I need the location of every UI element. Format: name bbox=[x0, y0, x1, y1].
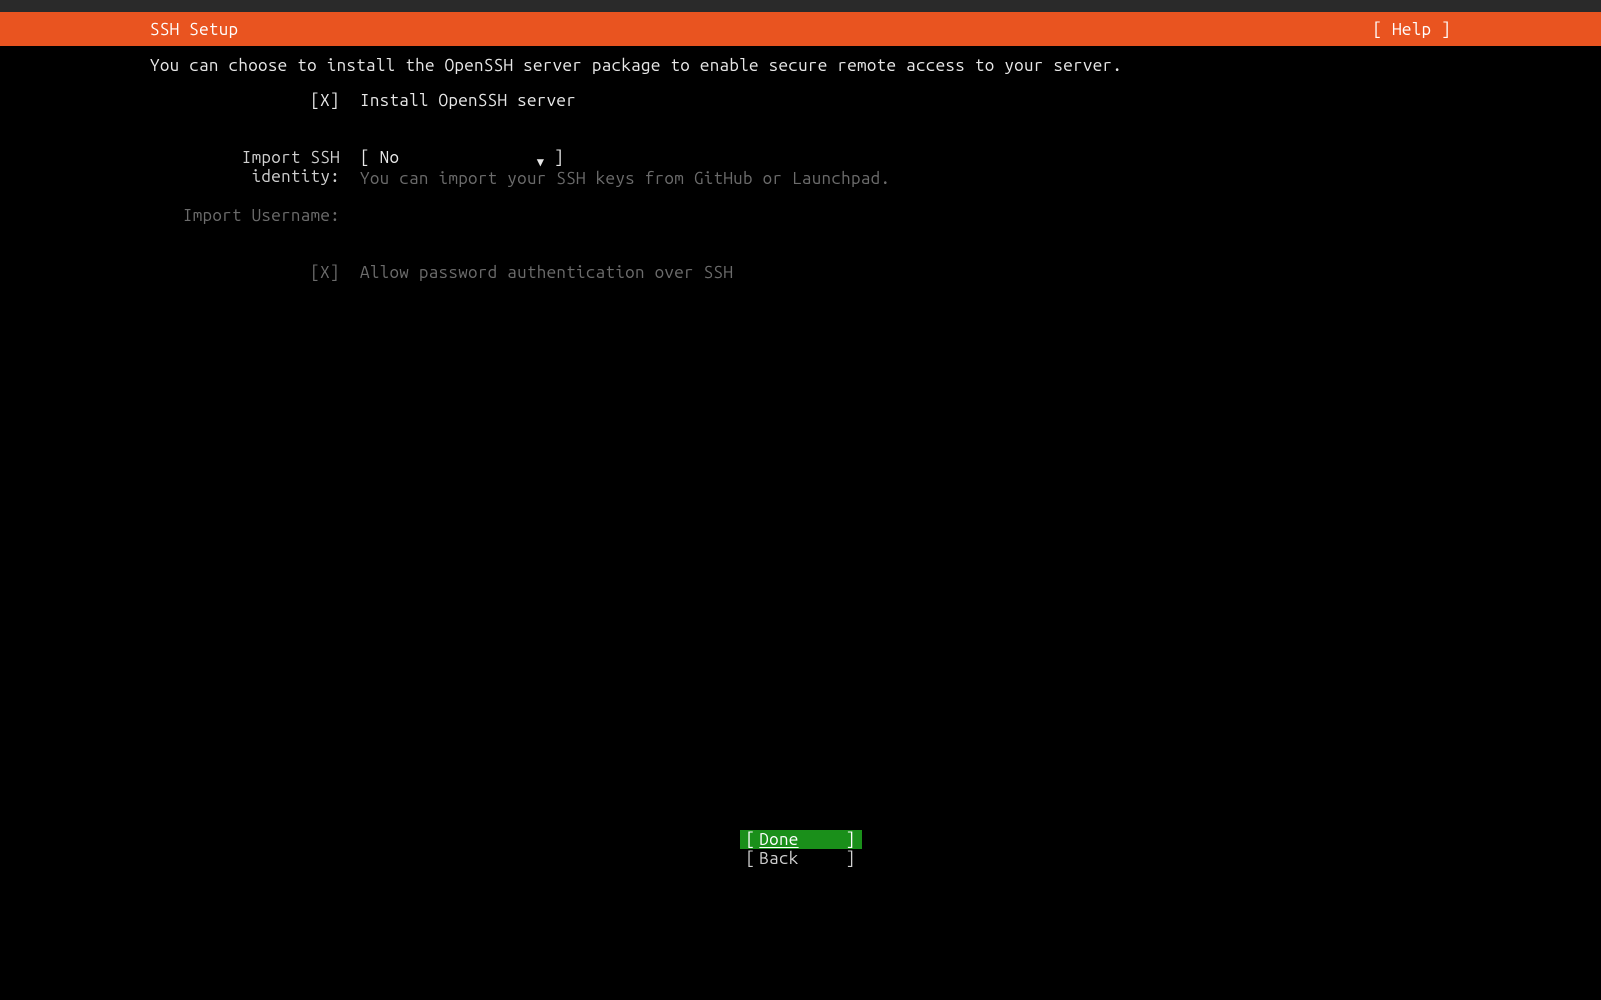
help-label: Help bbox=[1392, 20, 1431, 39]
install-openssh-row[interactable]: [X] Install OpenSSH server bbox=[150, 91, 1451, 110]
spacer bbox=[150, 114, 1451, 148]
bracket-open: [ bbox=[746, 830, 756, 849]
import-identity-hint: You can import your SSH keys from GitHub… bbox=[360, 169, 890, 188]
import-identity-label: Import SSH identity: bbox=[150, 148, 340, 186]
allow-password-label: Allow password authentication over SSH bbox=[360, 263, 733, 282]
import-username-row: Import Username: bbox=[150, 206, 1451, 225]
page-title: SSH Setup bbox=[150, 20, 238, 39]
spacer bbox=[150, 192, 1451, 206]
import-identity-dropdown[interactable]: [ No ▼ ] bbox=[360, 148, 564, 167]
install-openssh-checkbox[interactable]: [X] bbox=[310, 91, 340, 110]
footer-buttons: [ Done ] [ Back ] bbox=[0, 830, 1601, 868]
done-label: Done bbox=[755, 830, 845, 849]
window-chrome-top bbox=[0, 0, 1601, 12]
back-label: Back bbox=[755, 849, 845, 868]
import-identity-value: No bbox=[380, 148, 400, 167]
chevron-down-icon: ▼ bbox=[537, 156, 545, 169]
install-openssh-label: Install OpenSSH server bbox=[360, 91, 576, 110]
title-bar: SSH Setup [ Help ] bbox=[0, 12, 1601, 46]
done-button[interactable]: [ Done ] bbox=[740, 830, 862, 849]
allow-password-checkbox[interactable]: [X] bbox=[310, 263, 340, 282]
intro-text: You can choose to install the OpenSSH se… bbox=[150, 56, 1451, 75]
allow-password-row[interactable]: [X] Allow password authentication over S… bbox=[150, 263, 1451, 282]
bracket-close: ] bbox=[846, 849, 856, 868]
spacer bbox=[150, 229, 1451, 263]
import-identity-row: Import SSH identity: [ No ▼ ] You can im… bbox=[150, 148, 1451, 188]
back-button[interactable]: [ Back ] bbox=[740, 849, 862, 868]
import-username-label: Import Username: bbox=[150, 206, 340, 225]
allow-password-checkbox-col: [X] bbox=[150, 263, 340, 282]
main-content: You can choose to install the OpenSSH se… bbox=[0, 46, 1601, 1000]
bracket-open: [ bbox=[746, 849, 756, 868]
help-button[interactable]: [ Help ] bbox=[1372, 20, 1451, 39]
install-openssh-checkbox-col: [X] bbox=[150, 91, 340, 110]
bracket-close: ] bbox=[846, 830, 856, 849]
